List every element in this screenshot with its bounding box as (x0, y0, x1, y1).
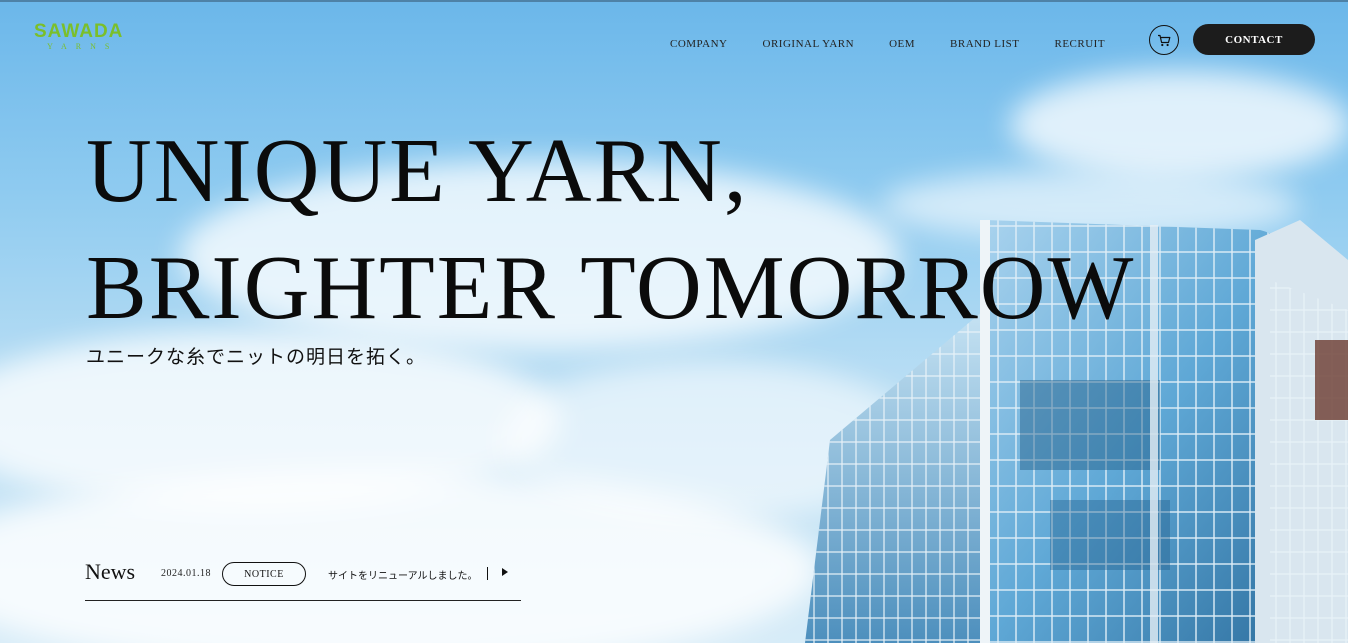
logo-subtext: YARNS (47, 42, 119, 51)
news-category-tag[interactable]: NOTICE (222, 562, 306, 586)
top-border (0, 0, 1348, 2)
news-heading: News (85, 559, 136, 584)
nav-brand-list[interactable]: BRAND LIST (950, 38, 1019, 50)
headline-line-1: UNIQUE YARN, (86, 120, 749, 221)
nav-oem[interactable]: OEM (889, 38, 915, 50)
news-bar: News 2024.01.18 NOTICE サイトをリニューアルしました。 (85, 558, 521, 601)
nav-recruit[interactable]: RECRUIT (1055, 38, 1106, 50)
hero-subcopy: ユニークな糸でニットの明日を拓く。 (86, 346, 427, 368)
cart-icon (1158, 34, 1171, 46)
news-divider (487, 567, 488, 580)
contact-button[interactable]: CONTACT (1193, 24, 1315, 55)
main-navigation: COMPANY ORIGINAL YARN OEM BRAND LIST REC… (670, 38, 1140, 50)
headline-line-2: BRIGHTER TOMORROW (86, 237, 1136, 338)
sawada-yarns-logo[interactable]: SAWADA YARNS (34, 22, 123, 52)
hero-headline: UNIQUE YARN, BRIGHTER TOMORROW (86, 112, 1135, 346)
nav-original-yarn[interactable]: ORIGINAL YARN (763, 38, 855, 50)
cart-button[interactable] (1149, 25, 1179, 55)
nav-company[interactable]: COMPANY (670, 38, 728, 50)
logo-wordmark: SAWADA (34, 21, 124, 42)
news-date: 2024.01.18 (161, 568, 211, 579)
play-arrow-icon[interactable] (502, 568, 508, 576)
news-item-link[interactable]: サイトをリニューアルしました。 (328, 567, 478, 582)
